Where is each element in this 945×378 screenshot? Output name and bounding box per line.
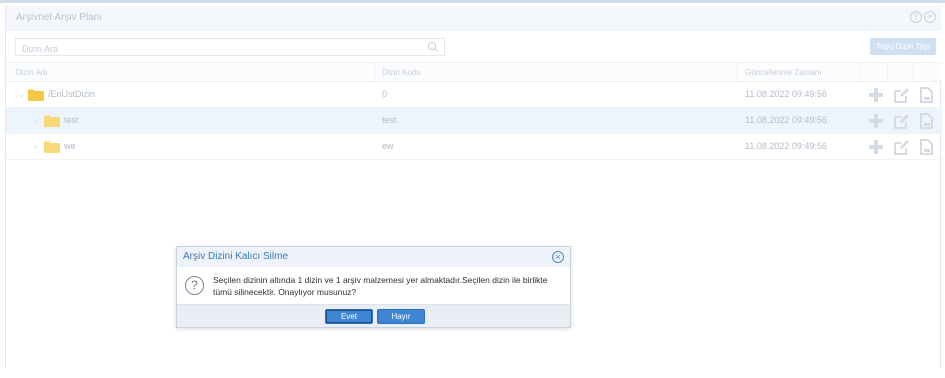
edit-icon[interactable] bbox=[893, 113, 909, 129]
delete-confirm-dialog: Arşiv Dizini Kalıcı Silme × ? Seçilen di… bbox=[176, 246, 571, 328]
close-icon[interactable]: × bbox=[924, 11, 936, 23]
edit-icon[interactable] bbox=[893, 139, 909, 155]
add-icon[interactable] bbox=[868, 139, 884, 155]
table-row[interactable]: › test test 11.08.2022 09:49:56 bbox=[6, 108, 942, 134]
row-code: test bbox=[382, 115, 397, 125]
row-name: test bbox=[64, 115, 79, 125]
dialog-header: Arşiv Dizini Kalıcı Silme × bbox=[177, 247, 570, 267]
column-divider bbox=[859, 63, 860, 83]
table-row[interactable]: ⌄ /EnUstDizin 0 11.08.2022 09:49:56 bbox=[6, 82, 942, 108]
row-updated: 11.08.2022 09:49:56 bbox=[745, 89, 827, 99]
add-icon[interactable] bbox=[868, 113, 884, 129]
question-icon: ? bbox=[185, 276, 204, 295]
row-name: we bbox=[64, 141, 76, 151]
no-button[interactable]: Hayır bbox=[377, 309, 425, 324]
column-divider bbox=[737, 63, 738, 83]
grid-header: Dizin Adı Dizin Kodu Güncellenme Zamanı bbox=[6, 62, 942, 83]
search-box bbox=[15, 38, 445, 57]
top-directory-button[interactable]: Topu Dizin Tayı bbox=[870, 38, 936, 55]
row-code: 0 bbox=[382, 89, 388, 99]
titlebar-icons: ? × bbox=[910, 11, 936, 23]
search-input[interactable] bbox=[16, 41, 416, 57]
column-header-updated[interactable]: Güncellenme Zamanı bbox=[745, 68, 821, 77]
column-divider bbox=[374, 63, 375, 83]
dialog-message: Seçilen dizinin altında 1 dizin ve 1 arş… bbox=[213, 275, 548, 297]
column-divider bbox=[887, 63, 888, 83]
column-divider bbox=[913, 63, 914, 83]
column-header-name[interactable]: Dizin Adı bbox=[16, 68, 48, 77]
folder-icon bbox=[44, 115, 60, 127]
panel-title: Arşivnet Arşiv Planı bbox=[16, 12, 103, 23]
dialog-title: Arşiv Dizini Kalıcı Silme bbox=[183, 251, 289, 262]
row-actions bbox=[868, 87, 934, 103]
row-actions bbox=[868, 139, 934, 155]
app-window: Arşivnet Arşiv Planı ? × Topu Dizin Tayı… bbox=[0, 0, 945, 378]
column-header-code[interactable]: Dizin Kodu bbox=[382, 68, 421, 77]
delete-icon[interactable] bbox=[918, 139, 934, 155]
toolbar: Topu Dizin Tayı bbox=[6, 30, 942, 62]
help-icon[interactable]: ? bbox=[910, 11, 922, 23]
row-updated: 11.08.2022 09:49:56 bbox=[745, 115, 827, 125]
directory-grid: Dizin Adı Dizin Kodu Güncellenme Zamanı … bbox=[6, 62, 942, 160]
edit-icon[interactable] bbox=[893, 87, 909, 103]
delete-icon[interactable] bbox=[918, 87, 934, 103]
add-icon[interactable] bbox=[868, 87, 884, 103]
chevron-right-icon[interactable]: › bbox=[34, 142, 37, 151]
chevron-down-icon[interactable]: ⌄ bbox=[18, 90, 25, 99]
row-updated: 11.08.2022 09:49:56 bbox=[745, 141, 827, 151]
chevron-right-icon[interactable]: › bbox=[34, 116, 37, 125]
folder-icon bbox=[44, 141, 60, 153]
dialog-footer: Evet Hayır bbox=[177, 304, 570, 327]
search-icon[interactable] bbox=[427, 41, 439, 53]
dialog-close-icon[interactable]: × bbox=[552, 251, 564, 263]
folder-icon bbox=[28, 89, 44, 101]
yes-button[interactable]: Evet bbox=[325, 309, 373, 324]
row-name: /EnUstDizin bbox=[48, 89, 96, 99]
table-row[interactable]: › we ew 11.08.2022 09:49:56 bbox=[6, 134, 942, 160]
delete-icon[interactable] bbox=[918, 113, 934, 129]
panel-titlebar: Arşivnet Arşiv Planı ? × bbox=[6, 6, 942, 30]
row-code: ew bbox=[382, 141, 394, 151]
row-actions bbox=[868, 113, 934, 129]
